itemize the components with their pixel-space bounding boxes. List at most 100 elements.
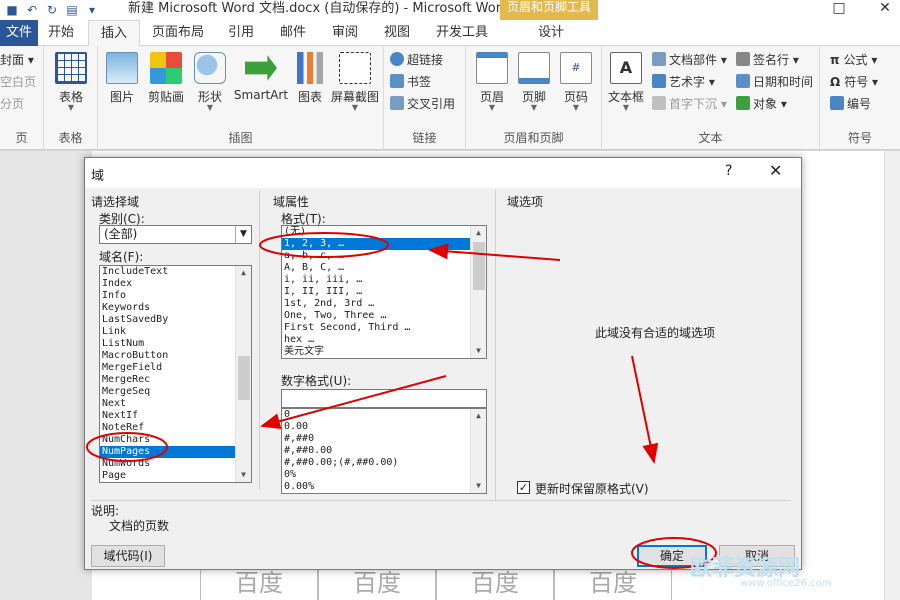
format-item[interactable]: A, B, C, … [282,262,486,274]
format-item[interactable]: i, ii, iii, … [282,274,486,286]
tab-design[interactable]: 设计 [526,20,576,46]
scroll-up-icon[interactable]: ▲ [471,226,486,240]
textbox-button[interactable]: A 文本框 ▼ [604,52,648,112]
fieldname-item[interactable]: Info [100,290,251,302]
table-button[interactable]: 表格 ▼ [49,52,93,112]
format-item[interactable]: One, Two, Three … [282,310,486,322]
page-number-button[interactable]: # 页码 ▼ [554,52,598,112]
chart-button[interactable]: 图表 [288,52,332,105]
format-item[interactable]: First Second, Third … [282,322,486,334]
fieldname-item[interactable]: NumWords [100,458,251,470]
format-item[interactable]: (无) [282,226,486,238]
format-item[interactable]: 1, 2, 3, … [282,238,486,250]
format-item[interactable]: a, b, c, … [282,250,486,262]
close-window-icon[interactable]: ✕ [862,0,900,20]
format-item[interactable]: I, II, III, … [282,286,486,298]
fieldname-item[interactable]: NumChars [100,434,251,446]
bookmark-button[interactable]: 书签 [390,72,431,92]
signature-line-button[interactable]: 签名行 ▾ [736,50,799,70]
picture-button[interactable]: 图片 [100,52,144,105]
equation-button[interactable]: π 公式 ▾ [830,50,877,70]
fieldname-item[interactable]: MergeRec [100,374,251,386]
scroll-up-icon[interactable]: ▲ [236,266,251,280]
numformat-item[interactable]: #,##0.00;(#,##0.00) [282,457,486,469]
wordart-button[interactable]: 艺术字 ▾ [652,72,715,92]
numbering-button[interactable]: 编号 [830,94,871,114]
tab-mailings[interactable]: 邮件 [268,20,318,46]
fieldname-item[interactable]: NextIf [100,410,251,422]
redo-icon[interactable]: ↻ [44,2,60,18]
tab-review[interactable]: 审阅 [320,20,370,46]
tab-developer[interactable]: 开发工具 [424,20,500,46]
fieldname-item[interactable]: MergeSeq [100,386,251,398]
footer-button[interactable]: 页脚 ▼ [512,52,556,112]
close-icon[interactable]: ✕ [769,161,782,180]
dropcap-button[interactable]: 首字下沉 ▾ [652,94,727,114]
smartart-button[interactable]: SmartArt [232,52,290,102]
fieldname-item[interactable]: LastSavedBy [100,314,251,326]
fieldname-item[interactable]: ListNum [100,338,251,350]
page-break-button[interactable]: 分页 [0,94,24,114]
tab-view[interactable]: 视图 [372,20,422,46]
tab-home[interactable]: 开始 [36,20,86,46]
screenshot-button[interactable]: 屏幕截图 ▼ [328,52,382,112]
format-scrollbar[interactable]: ▲ ▼ [470,226,486,358]
numformat-scrollbar[interactable]: ▲ ▼ [470,409,486,493]
customize-icon[interactable]: ▾ [84,2,100,18]
scroll-down-icon[interactable]: ▼ [236,468,251,482]
category-select[interactable]: (全部) ▼ [99,225,252,244]
fieldname-item[interactable]: MacroButton [100,350,251,362]
preserve-format-checkbox[interactable]: ✓ [517,481,530,494]
clipart-button[interactable]: 剪贴画 [144,52,188,105]
format-item[interactable]: 1st, 2nd, 3rd … [282,298,486,310]
fieldname-item[interactable]: Link [100,326,251,338]
undo-icon[interactable]: ↶ [24,2,40,18]
scroll-thumb[interactable] [473,242,485,290]
cross-reference-button[interactable]: 交叉引用 [390,94,455,114]
tab-references[interactable]: 引用 [216,20,266,46]
numformat-list[interactable]: 0 0.00 #,##0 #,##0.00 #,##0.00;(#,##0.00) 0% 0… [281,408,487,494]
fieldname-item[interactable]: Next [100,398,251,410]
field-codes-button[interactable]: 域代码(I) [91,545,165,567]
numformat-input[interactable] [281,389,487,408]
fieldname-scrollbar[interactable]: ▲ ▼ [235,266,251,482]
tab-insert[interactable]: 插入 [88,20,141,47]
fieldname-item[interactable]: IncludeText [100,266,251,278]
shapes-button[interactable]: 形状 ▼ [188,52,232,112]
chevron-down-icon[interactable]: ▼ [235,226,251,243]
object-button[interactable]: 对象 ▾ [736,94,787,114]
scroll-thumb[interactable] [238,356,250,400]
numformat-item[interactable]: #,##0.00 [282,445,486,457]
fieldname-item[interactable]: Keywords [100,302,251,314]
fieldname-item[interactable]: NoteRef [100,422,251,434]
date-time-button[interactable]: 日期和时间 [736,72,813,92]
save-icon[interactable]: ■ [4,2,20,18]
fieldname-item[interactable]: Index [100,278,251,290]
scroll-down-icon[interactable]: ▼ [471,344,486,358]
tab-file[interactable]: 文件 [0,20,39,46]
numformat-item[interactable]: #,##0 [282,433,486,445]
scroll-down-icon[interactable]: ▼ [471,479,486,493]
fieldname-item[interactable]: NumPages [100,446,251,458]
numformat-item[interactable]: 0 [282,409,486,421]
format-list[interactable]: (无) 1, 2, 3, … a, b, c, … A, B, C, … i, ii, … [281,225,487,359]
numformat-item[interactable]: 0.00 [282,421,486,433]
document-scrollbar[interactable] [884,151,900,600]
tab-page-layout[interactable]: 页面布局 [140,20,216,46]
fieldname-item[interactable]: Page [100,470,251,482]
hyperlink-button[interactable]: 超链接 [390,50,443,70]
cover-page-button[interactable]: 封面 ▾ [0,50,34,70]
header-button[interactable]: 页眉 ▼ [470,52,514,112]
minimize-icon[interactable]: □ [816,0,862,20]
print-icon[interactable]: ▤ [64,2,80,18]
numformat-item[interactable]: 0% [282,469,486,481]
numformat-item[interactable]: 0.00% [282,481,486,493]
format-item[interactable]: hex … [282,334,486,346]
fieldname-item[interactable]: MergeField [100,362,251,374]
help-icon[interactable]: ? [725,163,732,179]
fieldname-list[interactable]: IncludeText Index Info Keywords LastSavedBy L… [99,265,252,483]
blank-page-button[interactable]: 空白页 [0,72,36,92]
format-item[interactable]: 美元文字 [282,346,486,358]
quick-parts-button[interactable]: 文档部件 ▾ [652,50,727,70]
scroll-up-icon[interactable]: ▲ [471,409,486,423]
